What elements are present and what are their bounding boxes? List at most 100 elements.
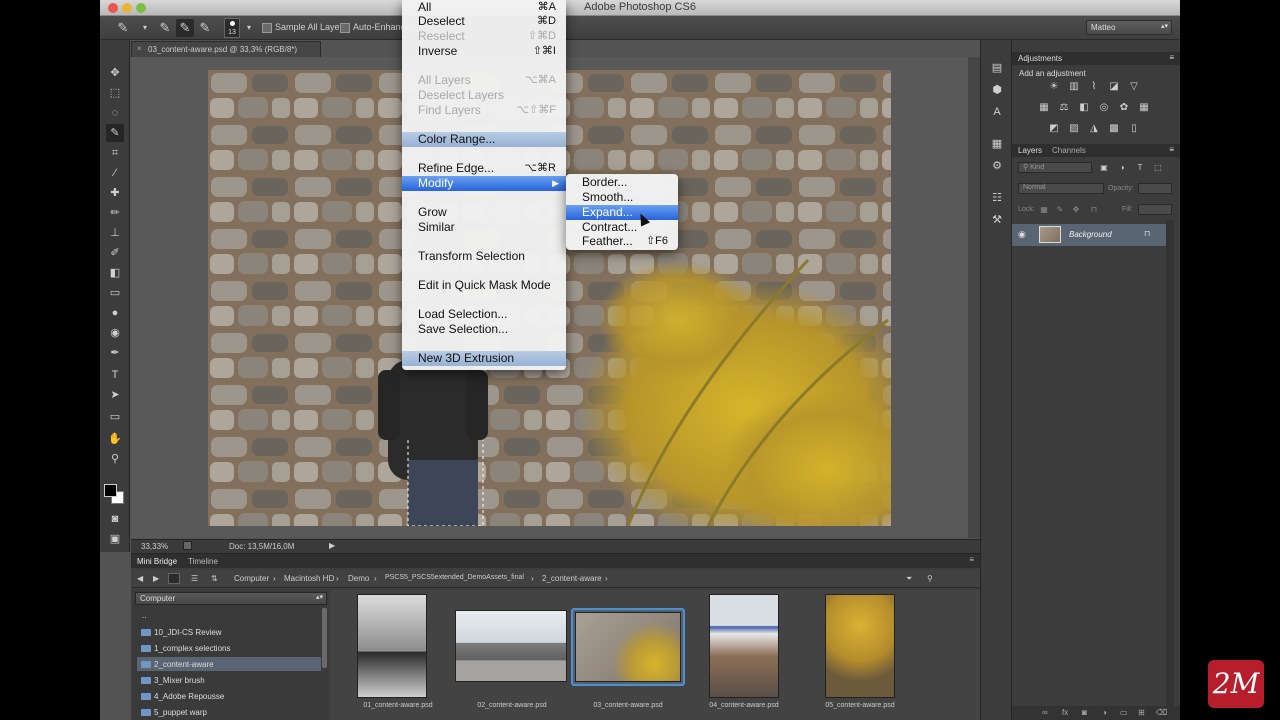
select-menu-item[interactable]: Similar [402,220,566,235]
trash-icon[interactable]: ⌫ [1156,708,1167,717]
selective-color-icon[interactable]: ▩ [1108,123,1120,135]
select-menu-item[interactable]: Transform Selection [402,249,566,264]
history-panel-icon[interactable]: ▤ [989,60,1005,76]
color-balance-icon[interactable]: ⚖ [1058,102,1070,114]
close-tab-icon[interactable]: × [137,44,142,53]
folder-item[interactable]: 4_Adobe Repousse [137,689,321,703]
eraser-tool-icon[interactable]: ◧ [106,264,124,282]
folder-item[interactable]: 3_Mixer brush [137,673,321,687]
select-menu-item[interactable]: New 3D Extrusion [402,351,566,366]
panel-menu-icon[interactable]: ≡ [1169,53,1174,62]
styles-panel-icon[interactable]: ⚙ [989,158,1005,174]
gradient-tool-icon[interactable]: ▭ [106,284,124,302]
breadcrumb-demo-assets[interactable]: PSCS5_PSCS5extended_DemoAssets_final [385,574,524,581]
quick-mask-icon[interactable]: ◙ [106,510,124,528]
quick-selection-preset-icon[interactable]: ✎ [114,19,132,37]
curves-icon[interactable]: ⌇ [1088,81,1100,93]
breadcrumb-macintosh-hd[interactable]: Macintosh HD [284,574,334,583]
select-menu-item[interactable]: Color Range... [402,132,566,147]
folder-scrollbar[interactable] [322,608,327,668]
link-layers-icon[interactable]: ∞ [1042,708,1048,717]
search-icon[interactable]: ⚲ [927,574,933,583]
vertical-scrollbar[interactable] [968,57,980,538]
breadcrumb-demo[interactable]: Demo [348,574,369,583]
modify-submenu-item[interactable]: Feather... ⇧F6 [566,234,678,249]
brightness-contrast-icon[interactable]: ☀ [1048,81,1060,93]
folder-item[interactable]: 1_complex selections [137,641,321,655]
zoom-tool-icon[interactable]: ⚲ [106,450,124,468]
gradient-map-icon[interactable]: ▯ [1128,123,1140,135]
back-icon[interactable]: ◀ [137,574,143,583]
crop-tool-icon[interactable]: ⌗ [106,144,124,162]
layer-filter-select[interactable]: ⚲ Kind [1018,162,1092,173]
folder-item-selected[interactable]: 2_content-aware [137,657,321,671]
threshold-icon[interactable]: ◮ [1088,123,1100,135]
layer-row-background[interactable]: ◉ Background ⊓ [1012,224,1166,246]
tab-layers[interactable]: Layers [1018,146,1042,155]
folder-item[interactable]: 5_puppet warp [137,705,321,719]
modify-submenu-item[interactable]: Smooth... [566,190,678,205]
photo-filter-icon[interactable]: ◎ [1098,102,1110,114]
hand-tool-icon[interactable]: ✋ [106,430,124,448]
brush-dropdown-icon[interactable]: ▾ [240,19,258,37]
panel-menu-icon[interactable]: ≡ [1169,145,1174,154]
new-adjustment-layer-icon[interactable]: ◑ [1102,708,1107,717]
select-menu-item[interactable]: All ⌘A [402,0,566,15]
rectangle-tool-icon[interactable]: ▭ [106,408,124,426]
select-menu-item[interactable]: Edit in Quick Mask Mode [402,278,566,293]
channel-mixer-icon[interactable]: ✿ [1118,102,1130,114]
lock-position-icon[interactable]: ✥ [1070,204,1082,216]
exposure-icon[interactable]: ◪ [1108,81,1120,93]
vibrance-icon[interactable]: ▽ [1128,81,1140,93]
filter-shape-icon[interactable]: ⬚ [1152,162,1164,174]
thumbnail-item[interactable]: 05_content-aware.psd [803,594,917,709]
type-tool-icon[interactable]: T [106,366,124,384]
select-menu-item[interactable]: Save Selection... [402,322,566,337]
document-tab[interactable]: × 03_content-aware.psd @ 33,3% (RGB/8*) [131,41,321,57]
blend-mode-select[interactable]: Normal [1018,183,1104,194]
select-menu-item[interactable]: Modify ▶ [402,176,566,191]
select-menu-item[interactable]: Deselect ⌘D [402,14,566,29]
tool-presets-icon[interactable]: ⚒ [989,212,1005,228]
auto-enhance-checkbox[interactable] [340,23,350,33]
eyedropper-tool-icon[interactable]: ⁄ [106,164,124,182]
color-lookup-icon[interactable]: ▦ [1138,102,1150,114]
posterize-icon[interactable]: ▨ [1068,123,1080,135]
marquee-tool-icon[interactable]: ⬚ [106,84,124,102]
tab-mini-bridge[interactable]: Mini Bridge [137,557,177,566]
add-mask-icon[interactable]: ◙ [1082,708,1087,717]
screen-mode-icon[interactable]: ▣ [106,530,124,548]
folder-item-parent[interactable]: .. [137,608,321,622]
levels-icon[interactable]: ▥ [1068,81,1080,93]
select-menu-item[interactable]: Refine Edge... ⌥⌘R [402,161,566,176]
clone-stamp-tool-icon[interactable]: ⊥ [106,224,124,242]
status-menu-arrow-icon[interactable]: ▶ [329,541,335,550]
thumbnail-item[interactable]: 02_content-aware.psd [455,594,569,709]
status-info-icon[interactable] [183,541,192,550]
modify-submenu-item[interactable]: Contract... [566,220,678,235]
location-select[interactable]: Computer ▴▾ [135,592,327,605]
modify-submenu-item[interactable]: Expand... [566,205,678,220]
modify-submenu-item[interactable]: Border... [566,175,678,190]
opacity-field[interactable] [1138,183,1172,194]
folder-item[interactable]: 10_JDI-CS Review [137,625,321,639]
subtract-selection-brush-icon[interactable]: ✎ [196,19,214,37]
hue-saturation-icon[interactable]: ▦ [1038,102,1050,114]
new-layer-icon[interactable]: ⊞ [1138,708,1145,717]
filter-pixel-icon[interactable]: ▣ [1098,162,1110,174]
lasso-tool-icon[interactable]: ◌ [106,104,124,122]
path-selection-tool-icon[interactable]: ➤ [106,386,124,404]
zoom-level[interactable]: 33,33% [141,542,168,551]
lock-pixels-icon[interactable]: ✎ [1054,204,1066,216]
healing-brush-tool-icon[interactable]: ✚ [106,184,124,202]
sort-icon[interactable]: ⇅ [211,574,218,583]
select-menu-item[interactable]: Inverse ⇧⌘I [402,44,566,59]
filter-type-icon[interactable]: T [1134,162,1146,174]
brush-size-picker[interactable]: 13 [224,18,240,38]
blur-tool-icon[interactable]: ● [106,304,124,322]
tab-timeline[interactable]: Timeline [188,557,218,566]
filter-adjustment-icon[interactable]: ◑ [1116,162,1128,174]
select-menu-item[interactable]: Grow [402,205,566,220]
lock-all-icon[interactable]: ⊓ [1088,204,1100,216]
sample-all-layers-checkbox[interactable] [262,23,272,33]
